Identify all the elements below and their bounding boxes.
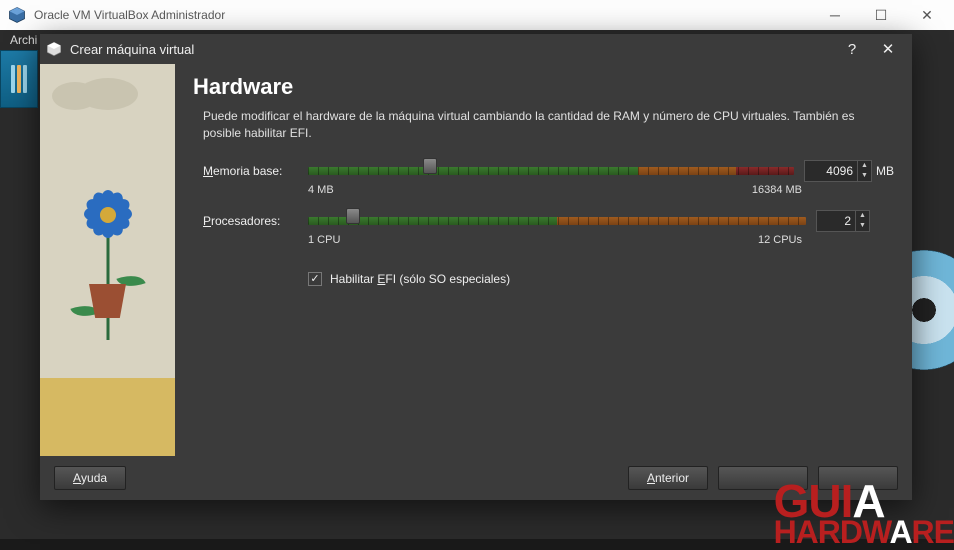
memory-label: Memoria base: xyxy=(203,164,308,178)
memory-min-label: 4 MB xyxy=(308,184,334,196)
memory-max-label: 16384 MB xyxy=(752,184,802,196)
close-button[interactable]: ✕ xyxy=(904,0,950,30)
create-vm-dialog: Crear máquina virtual ? ✕ xyxy=(40,34,912,500)
toolbar-button[interactable] xyxy=(0,50,38,108)
memory-spinbox[interactable]: ▲▼ MB xyxy=(804,160,894,182)
page-heading: Hardware xyxy=(193,74,894,100)
efi-label: Habilitar EFI (sólo SO especiales) xyxy=(330,272,510,286)
cpu-range-labels: 1 CPU 12 CPUs xyxy=(193,234,894,246)
cpu-max-label: 12 CPUs xyxy=(758,234,802,246)
dialog-title: Crear máquina virtual xyxy=(70,42,834,57)
help-button[interactable]: Ayuda xyxy=(54,466,126,490)
cpu-row: Procesadores: ▲▼ xyxy=(193,210,894,232)
dialog-content: Hardware Puede modificar el hardware de … xyxy=(175,64,912,456)
efi-checkbox-row[interactable]: ✓ Habilitar EFI (sólo SO especiales) xyxy=(193,272,894,286)
dialog-footer: Ayuda Anterior xyxy=(40,456,912,500)
main-window-title: Oracle VM VirtualBox Administrador xyxy=(34,8,812,22)
cpu-input[interactable] xyxy=(816,210,856,232)
window-controls: ─ ☐ ✕ xyxy=(812,0,950,30)
menu-archivo[interactable]: Archi xyxy=(4,31,43,49)
page-description: Puede modificar el hardware de la máquin… xyxy=(193,108,894,142)
minimize-button[interactable]: ─ xyxy=(812,0,858,30)
memory-slider-thumb[interactable] xyxy=(423,158,437,174)
memory-input[interactable] xyxy=(804,160,858,182)
cpu-stepper[interactable]: ▲▼ xyxy=(856,210,870,232)
dialog-body: Hardware Puede modificar el hardware de … xyxy=(40,64,912,456)
cancel-button[interactable] xyxy=(818,466,898,490)
maximize-button[interactable]: ☐ xyxy=(858,0,904,30)
memory-row: Memoria base: ▲▼ MB xyxy=(193,160,894,182)
memory-unit: MB xyxy=(876,164,894,178)
cpu-label: Procesadores: xyxy=(203,214,308,228)
memory-slider[interactable] xyxy=(308,162,794,180)
memory-range-labels: 4 MB 16384 MB xyxy=(193,184,894,196)
efi-checkbox[interactable]: ✓ xyxy=(308,272,322,286)
previous-button[interactable]: Anterior xyxy=(628,466,708,490)
memory-stepper[interactable]: ▲▼ xyxy=(858,160,872,182)
virtualbox-app-icon xyxy=(8,6,26,24)
cpu-min-label: 1 CPU xyxy=(308,234,340,246)
cpu-spinbox[interactable]: ▲▼ xyxy=(816,210,870,232)
main-titlebar: Oracle VM VirtualBox Administrador ─ ☐ ✕ xyxy=(0,0,954,30)
cpu-slider[interactable] xyxy=(308,212,806,230)
next-button[interactable] xyxy=(718,466,808,490)
dialog-help-button[interactable]: ? xyxy=(834,34,870,64)
wizard-illustration xyxy=(40,64,175,456)
dialog-titlebar: Crear máquina virtual ? ✕ xyxy=(40,34,912,64)
dialog-cube-icon xyxy=(46,41,62,57)
dialog-close-button[interactable]: ✕ xyxy=(870,34,906,64)
cpu-slider-thumb[interactable] xyxy=(346,208,360,224)
